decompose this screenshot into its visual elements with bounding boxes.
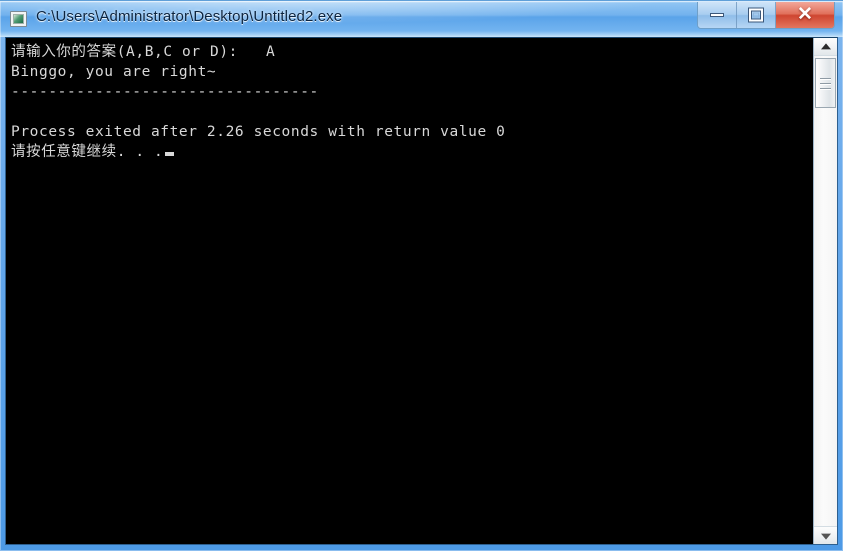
console-line-exit: Process exited after 2.26 seconds with r… [11,124,506,140]
window-title: C:\Users\Administrator\Desktop\Untitled2… [36,8,343,25]
scrollbar-thumb[interactable] [815,58,836,108]
close-button[interactable]: ✕ [776,2,834,28]
console-line-result: Binggo, you are right~ [11,64,217,80]
console-line-continue: 请按任意键继续. . . [11,142,814,162]
console-output[interactable]: 请输入你的答案(A,B,C or D): A Binggo, you are r… [6,38,814,544]
thumb-grip-line [820,78,831,79]
scroll-down-arrow-icon [820,533,831,540]
console-window: C:\Users\Administrator\Desktop\Untitled2… [0,0,843,551]
console-line-prompt: 请输入你的答案(A,B,C or D): A [11,44,276,60]
continue-text: 请按任意键继续. . . [11,144,164,160]
restore-icon [749,8,763,22]
scroll-down-button[interactable] [814,526,837,544]
scroll-up-button[interactable] [814,38,837,56]
thumb-grip-line [820,88,831,89]
close-icon: ✕ [797,4,813,25]
window-controls: ✕ [697,2,835,29]
vertical-scrollbar[interactable] [813,38,837,544]
title-bar[interactable]: C:\Users\Administrator\Desktop\Untitled2… [0,1,843,37]
thumb-grip-line [820,83,831,84]
cursor-block [165,152,175,156]
console-window-icon [10,11,27,27]
scroll-up-arrow-icon [820,42,831,49]
maximize-restore-button[interactable] [737,2,776,28]
minimize-icon [710,13,724,17]
icon-screen [13,14,24,24]
minimize-button[interactable] [698,2,737,28]
console-line-separator: --------------------------------- [11,84,319,100]
client-area: 请输入你的答案(A,B,C or D): A Binggo, you are r… [5,37,838,545]
